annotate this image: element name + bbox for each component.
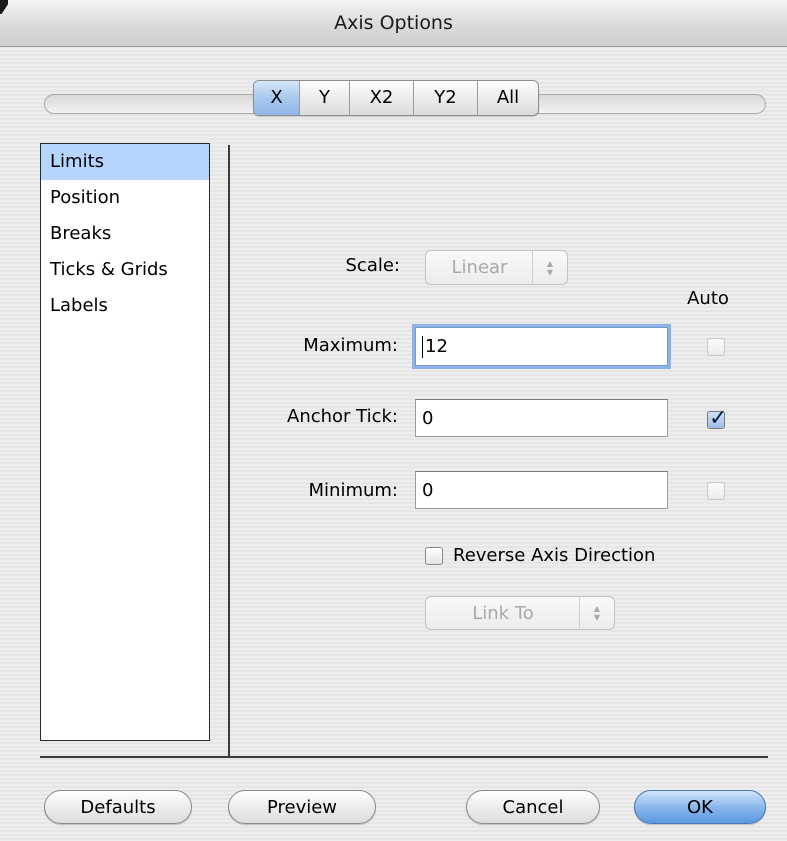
popup-arrows-icon: ▲ ▼ — [579, 597, 614, 629]
category-item-limits[interactable]: Limits — [41, 144, 209, 180]
link-to-popup-value: Link To — [472, 602, 534, 624]
axis-tab-control: X Y X2 Y2 All — [253, 80, 539, 116]
tab-x[interactable]: X — [254, 81, 300, 115]
minimum-value: 0 — [422, 479, 434, 501]
axis-options-dialog: Axis Options X Y X2 Y2 All Limits Positi… — [0, 0, 787, 841]
maximum-value: 12 — [425, 336, 448, 357]
category-list: Limits Position Breaks Ticks & Grids Lab… — [40, 143, 210, 741]
maximum-label: Maximum: — [303, 335, 398, 356]
preview-button[interactable]: Preview — [228, 790, 376, 824]
text-caret — [422, 335, 423, 358]
maximum-auto-checkbox[interactable] — [707, 338, 725, 356]
auto-header: Auto — [687, 288, 729, 309]
minimum-label: Minimum: — [308, 480, 398, 501]
scale-label: Scale: — [345, 255, 401, 276]
tab-all[interactable]: All — [478, 81, 538, 115]
minimum-auto-checkbox[interactable] — [707, 482, 725, 500]
title-bar[interactable]: Axis Options — [0, 0, 787, 47]
category-item-ticks-grids[interactable]: Ticks & Grids — [41, 252, 209, 288]
anchor-tick-label: Anchor Tick: — [287, 406, 398, 427]
tab-y2[interactable]: Y2 — [414, 81, 478, 115]
ok-button[interactable]: OK — [634, 790, 766, 824]
defaults-button[interactable]: Defaults — [44, 790, 192, 824]
category-item-position[interactable]: Position — [41, 180, 209, 216]
tab-y[interactable]: Y — [300, 81, 350, 115]
minimum-field[interactable]: 0 — [415, 471, 668, 509]
cancel-button[interactable]: Cancel — [466, 790, 600, 824]
reverse-axis-checkbox[interactable] — [425, 547, 443, 565]
category-item-labels[interactable]: Labels — [41, 288, 209, 324]
vertical-divider — [228, 145, 230, 757]
anchor-tick-value: 0 — [422, 407, 434, 429]
window-title: Axis Options — [334, 12, 453, 34]
maximum-field[interactable]: 12 — [415, 327, 668, 366]
popup-arrows-icon: ▲ ▼ — [532, 251, 567, 284]
checkmark-icon: ✓ — [709, 406, 728, 431]
category-item-breaks[interactable]: Breaks — [41, 216, 209, 252]
tab-x2[interactable]: X2 — [350, 81, 414, 115]
reverse-axis-label[interactable]: Reverse Axis Direction — [453, 545, 655, 566]
scale-popup-value: Linear — [451, 257, 508, 278]
anchor-tick-field[interactable]: 0 — [415, 399, 668, 437]
scale-popup[interactable]: Linear ▲ ▼ — [425, 250, 568, 285]
horizontal-divider — [40, 756, 768, 758]
link-to-popup[interactable]: Link To ▲ ▼ — [425, 596, 615, 630]
anchor-tick-auto-checkbox[interactable]: ✓ — [707, 406, 727, 431]
